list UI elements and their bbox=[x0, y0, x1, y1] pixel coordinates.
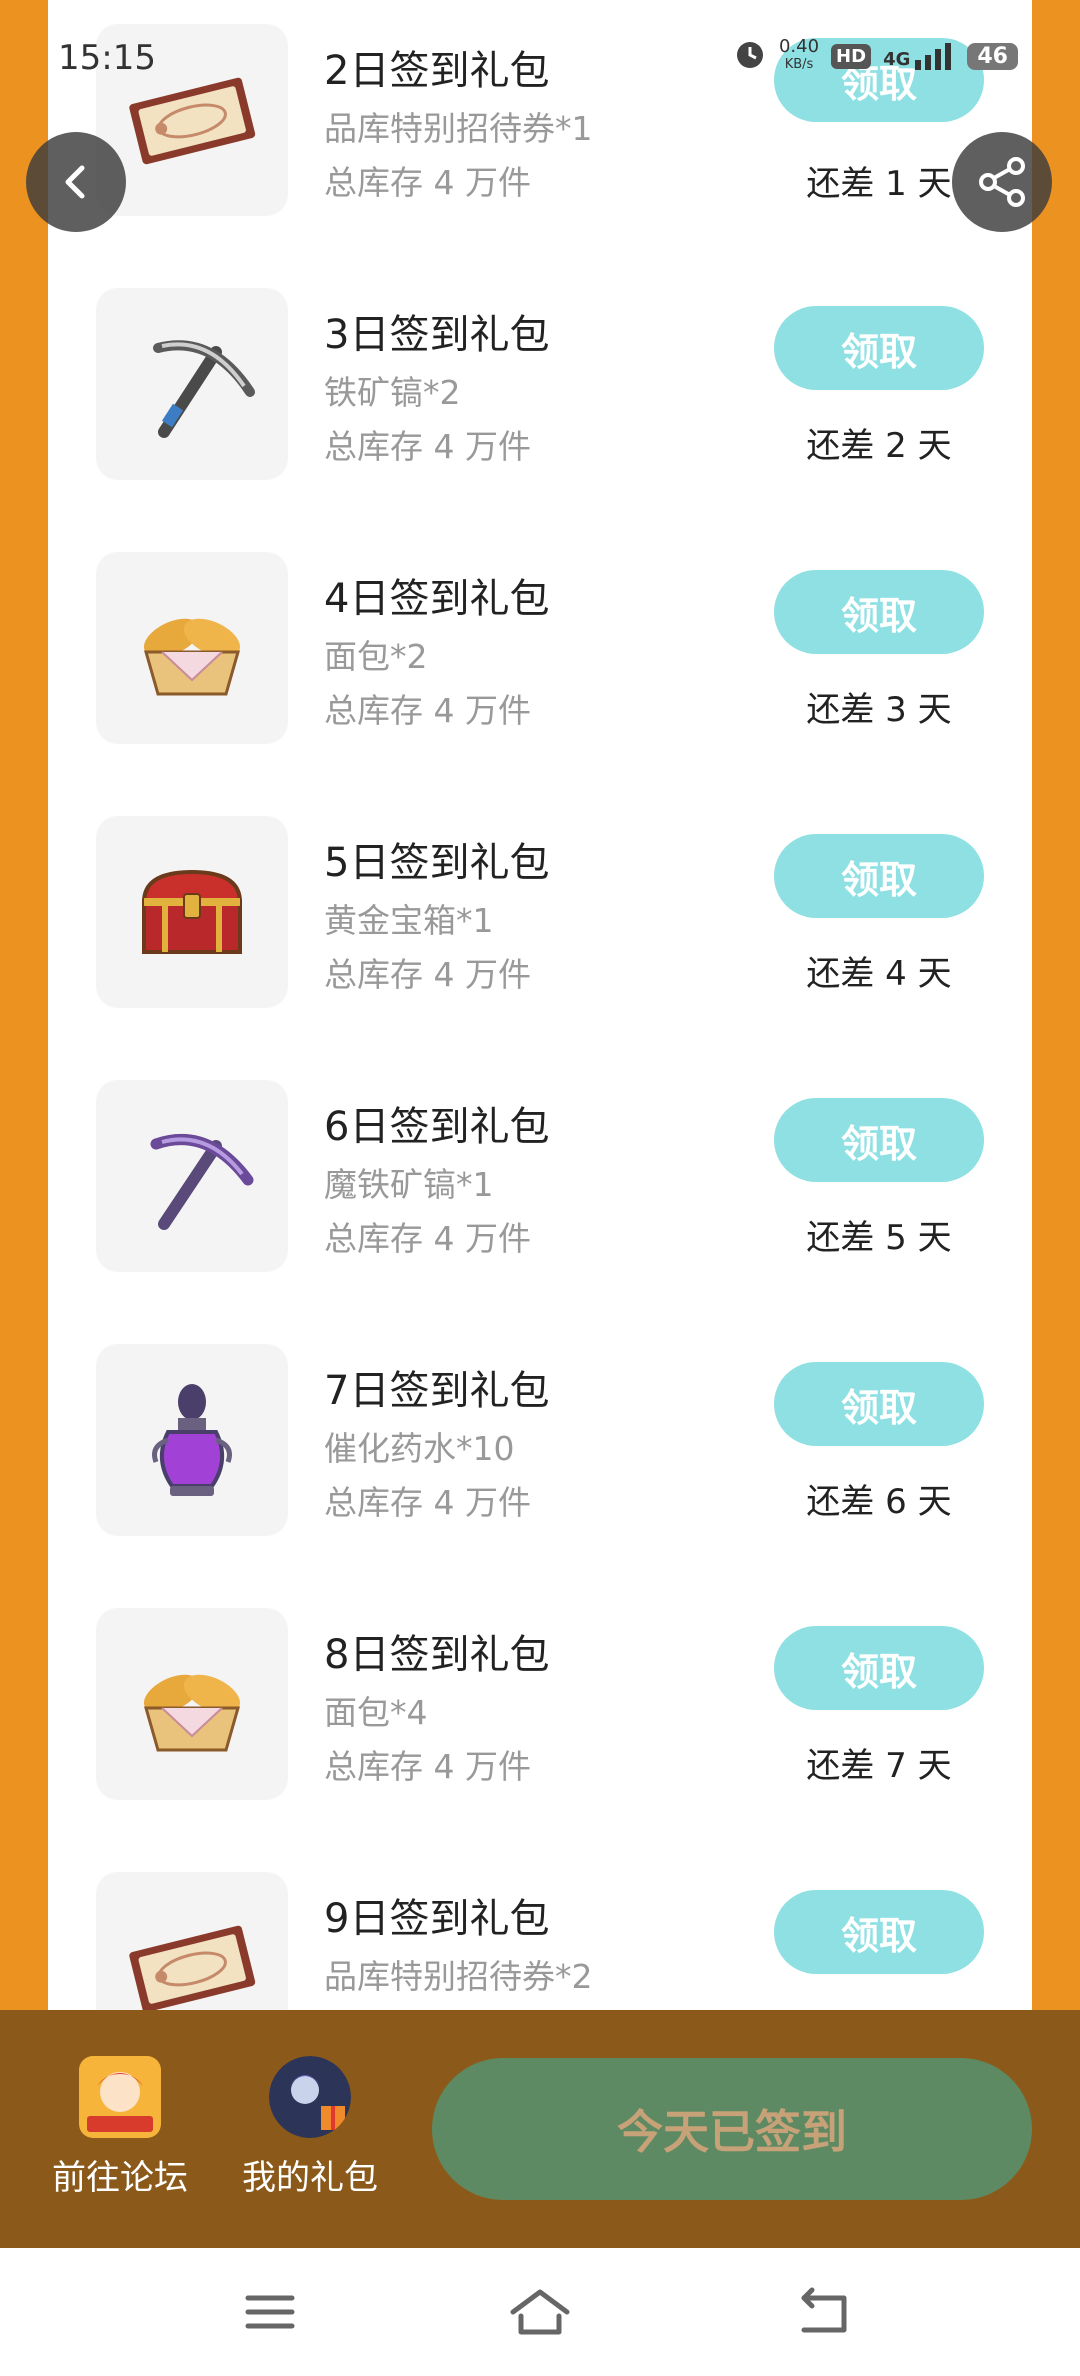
my-gifts-label: 我的礼包 bbox=[242, 2158, 378, 2198]
gift-thumbnail bbox=[96, 288, 288, 480]
claim-button[interactable]: 领取 bbox=[774, 1362, 984, 1446]
signed-in-button[interactable]: 今天已签到 bbox=[432, 2058, 1032, 2200]
gift-title: 7日签到礼包 bbox=[324, 1368, 550, 1414]
gift-thumbnail bbox=[96, 1080, 288, 1272]
magic-pickaxe-icon bbox=[150, 1134, 254, 1230]
days-remaining: 还差 5 天 bbox=[806, 1218, 952, 1258]
signal-icon: 4G bbox=[883, 42, 955, 70]
gift-title: 5日签到礼包 bbox=[324, 840, 550, 886]
share-button[interactable] bbox=[952, 132, 1052, 232]
home-icon bbox=[510, 2289, 570, 2335]
gift-row: 6日签到礼包 魔铁矿镐*1 总库存 4 万件 领取 还差 5 天 bbox=[48, 1056, 1032, 1320]
gift-title: 9日签到礼包 bbox=[324, 1896, 550, 1942]
gift-thumbnail bbox=[96, 552, 288, 744]
iron-pickaxe-icon bbox=[153, 340, 255, 438]
status-icons: 0.40 KB/s HD 4G 46 bbox=[733, 34, 1018, 78]
gift-title: 4日签到礼包 bbox=[324, 576, 550, 622]
days-remaining: 还差 6 天 bbox=[806, 1482, 952, 1522]
claim-button[interactable]: 领取 bbox=[774, 1890, 984, 1974]
gift-thumbnail bbox=[96, 1872, 288, 2010]
gift-item: 品库特别招待券*1 bbox=[324, 109, 593, 148]
gift-thumbnail bbox=[96, 1344, 288, 1536]
back-nav-icon bbox=[801, 2287, 847, 2333]
gift-item: 面包*2 bbox=[324, 637, 428, 676]
days-remaining: 还差 3 天 bbox=[806, 690, 952, 730]
gift-thumbnail bbox=[96, 816, 288, 1008]
gift-title: 8日签到礼包 bbox=[324, 1632, 550, 1678]
gift-row: 8日签到礼包 面包*4 总库存 4 万件 领取 还差 7 天 bbox=[48, 1584, 1032, 1848]
forum-shortcut[interactable]: 前往论坛 bbox=[30, 2056, 210, 2199]
gift-title: 6日签到礼包 bbox=[324, 1104, 550, 1150]
gift-row: 7日签到礼包 催化药水*10 总库存 4 万件 领取 还差 6 天 bbox=[48, 1320, 1032, 1584]
gift-stock: 总库存 4 万件 bbox=[324, 955, 531, 994]
gift-item: 催化药水*10 bbox=[324, 1429, 515, 1468]
gift-stock: 总库存 4 万件 bbox=[324, 1747, 531, 1786]
days-remaining: 还差 2 天 bbox=[806, 426, 952, 466]
bottom-bar: 前往论坛 我的礼包 今天已签到 bbox=[0, 2010, 1080, 2248]
gift-title: 2日签到礼包 bbox=[324, 48, 550, 94]
gift-stock: 总库存 4 万件 bbox=[324, 163, 531, 202]
gift-item: 品库特别招待券*2 bbox=[324, 1957, 593, 1996]
claim-button[interactable]: 领取 bbox=[774, 1098, 984, 1182]
gift-item: 铁矿镐*2 bbox=[324, 373, 461, 412]
treasure-chest-icon bbox=[141, 869, 243, 954]
ticket-icon bbox=[129, 1925, 256, 2010]
claim-button[interactable]: 领取 bbox=[774, 834, 984, 918]
gift-thumbnail bbox=[96, 1608, 288, 1800]
claim-button[interactable]: 领取 bbox=[774, 1626, 984, 1710]
days-remaining: 还差 7 天 bbox=[806, 1746, 952, 1786]
claim-button[interactable]: 领取 bbox=[774, 570, 984, 654]
gift-stock: 总库存 4 万件 bbox=[324, 691, 531, 730]
claim-button[interactable]: 领取 bbox=[774, 306, 984, 390]
my-gifts-icon bbox=[269, 2056, 351, 2138]
menu-icon bbox=[245, 2295, 295, 2329]
back-nav-button[interactable] bbox=[790, 2284, 860, 2340]
menu-button[interactable] bbox=[236, 2284, 306, 2340]
gift-row: 9日签到礼包 品库特别招待券*2 领取 bbox=[48, 1848, 1032, 2010]
battery-icon: 46 bbox=[967, 42, 1018, 70]
gift-list-panel: 2日签到礼包 品库特别招待券*1 总库存 4 万件 领取 还差 1 天 3日签到… bbox=[48, 0, 1032, 2010]
forum-label: 前往论坛 bbox=[52, 2158, 188, 2198]
gift-item: 魔铁矿镐*1 bbox=[324, 1165, 494, 1204]
gift-stock: 总库存 4 万件 bbox=[324, 1483, 531, 1522]
bread-basket-icon bbox=[143, 1674, 241, 1752]
alarm-icon bbox=[733, 37, 767, 75]
days-remaining: 还差 4 天 bbox=[806, 954, 952, 994]
chevron-left-icon bbox=[65, 165, 85, 199]
gift-stock: 总库存 4 万件 bbox=[324, 427, 531, 466]
gift-row: 3日签到礼包 铁矿镐*2 总库存 4 万件 领取 还差 2 天 bbox=[48, 264, 1032, 528]
gift-item: 面包*4 bbox=[324, 1693, 428, 1732]
gift-title: 3日签到礼包 bbox=[324, 312, 550, 358]
forum-app-icon bbox=[79, 2056, 161, 2138]
gift-row: 4日签到礼包 面包*2 总库存 4 万件 领取 还差 3 天 bbox=[48, 528, 1032, 792]
bread-basket-icon bbox=[143, 618, 241, 696]
back-button[interactable] bbox=[26, 132, 126, 232]
potion-icon bbox=[152, 1384, 232, 1496]
system-nav-bar bbox=[0, 2248, 1080, 2376]
gift-stock: 总库存 4 万件 bbox=[324, 1219, 531, 1258]
hd-icon: HD bbox=[831, 43, 872, 69]
net-speed: 0.40 KB/s bbox=[778, 36, 820, 73]
status-time: 15:15 bbox=[58, 38, 156, 78]
gift-row: 5日签到礼包 黄金宝箱*1 总库存 4 万件 领取 还差 4 天 bbox=[48, 792, 1032, 1056]
my-gifts-shortcut[interactable]: 我的礼包 bbox=[220, 2056, 400, 2199]
share-icon bbox=[979, 157, 1025, 207]
home-button[interactable] bbox=[505, 2284, 575, 2340]
gift-item: 黄金宝箱*1 bbox=[324, 901, 494, 940]
